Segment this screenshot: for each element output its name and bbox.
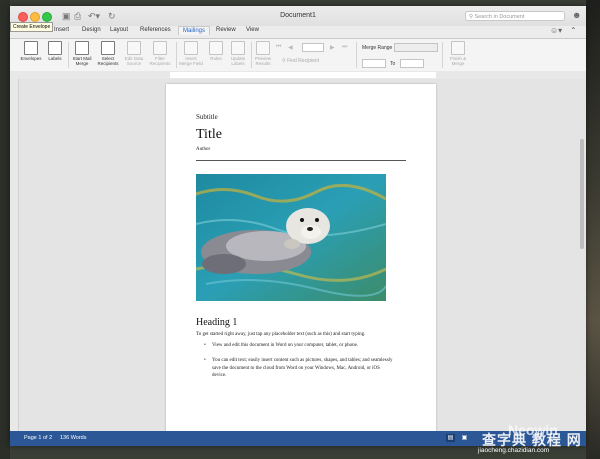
envelope-icon — [24, 41, 38, 55]
tab-view[interactable]: View — [246, 27, 259, 33]
help-icon[interactable]: ☺▾ — [550, 26, 562, 35]
ribbon-separator — [442, 42, 443, 68]
tab-insert[interactable]: Insert — [54, 27, 69, 33]
envelopes-button[interactable]: Envelopes — [20, 41, 42, 61]
find-recipient-label: Find Recipient — [287, 58, 320, 64]
filter-recipients-button[interactable]: Filter Recipients — [148, 41, 172, 66]
bullet-2-line-2: save the document to the cloud from Word… — [212, 365, 380, 371]
ruler-text-area — [170, 72, 436, 78]
body-paragraph[interactable]: To get started right away, just tap any … — [196, 332, 365, 337]
labels-icon — [48, 41, 62, 55]
insert-merge-field-label-line2: Merge Field — [179, 61, 203, 66]
share-icon[interactable]: ☻ — [572, 10, 581, 20]
bullet-2-line-3: device. — [212, 373, 227, 378]
finish-merge-button[interactable]: Finish & Merge — [446, 41, 470, 66]
merge-range-to-field[interactable] — [400, 59, 424, 68]
ribbon-separator — [68, 42, 69, 68]
edit-data-source-button[interactable]: Edit Data Source — [122, 41, 146, 66]
create-envelope-tooltip: Create Envelope — [10, 22, 54, 32]
desktop-background-left — [0, 0, 10, 459]
select-recipients-label-line2: Recipients — [97, 61, 119, 66]
mailings-ribbon: Envelopes Labels Start Mail Merge Select R… — [10, 38, 586, 72]
first-record-icon[interactable]: ⏮ — [276, 44, 281, 51]
labels-button[interactable]: Labels — [46, 41, 64, 61]
preview-results-button[interactable]: Preview Results — [253, 41, 273, 66]
title-bar: ▣ ⎙ ↶▾ ↻ Document1 ⚲ Search in Document … — [10, 6, 586, 26]
bullet-item-2[interactable]: You can edit text; easily insert content… — [212, 357, 412, 380]
search-input[interactable]: ⚲ Search in Document — [465, 11, 565, 21]
mail-merge-icon — [75, 41, 89, 55]
document-title-text[interactable]: Title — [196, 127, 222, 143]
otter-photo[interactable] — [196, 174, 386, 301]
filter-icon — [153, 41, 167, 55]
preview-results-label-line2: Results — [255, 61, 271, 66]
document-canvas[interactable]: Subtitle Title Author Heading 1 To get s… — [10, 79, 586, 431]
filter-recipients-label-line2: Recipients — [149, 61, 171, 66]
recipients-icon — [101, 41, 115, 55]
data-source-icon — [127, 41, 141, 55]
otter-image — [196, 174, 386, 301]
select-recipients-button[interactable]: Select Recipients — [96, 41, 120, 66]
start-mail-merge-button[interactable]: Start Mail Merge — [70, 41, 94, 66]
title-divider — [196, 160, 406, 161]
print-layout-view-button[interactable]: ▤ — [446, 434, 455, 442]
merge-range-from-field[interactable] — [362, 59, 386, 68]
bullet-1-line-1: View and edit this document in Word on y… — [212, 343, 359, 348]
tab-review[interactable]: Review — [216, 27, 236, 33]
bullet-marker: • — [204, 343, 206, 348]
page-count[interactable]: Page 1 of 2 — [24, 435, 52, 441]
word-window: ▣ ⎙ ↶▾ ↻ Document1 ⚲ Search in Document … — [10, 6, 586, 446]
finish-merge-icon — [451, 41, 465, 55]
tab-mailings[interactable]: Mailings — [178, 26, 211, 35]
ribbon-separator — [176, 42, 177, 68]
vertical-scrollbar[interactable] — [580, 139, 584, 249]
ribbon-separator — [356, 42, 357, 68]
last-record-icon[interactable]: ⏭ — [342, 44, 347, 51]
insert-merge-field-button[interactable]: Insert Merge Field — [178, 41, 204, 66]
start-mail-merge-label-line2: Merge — [75, 61, 89, 66]
find-recipient-button[interactable]: ⚲ Find Recipient — [282, 58, 319, 64]
desktop-background-right — [586, 0, 600, 459]
ribbon-tabs: Home Insert Design Layout References Mai… — [10, 26, 586, 38]
ribbon-separator — [251, 42, 252, 68]
bullet-marker: • — [204, 358, 206, 363]
finish-merge-label-line2: Merge — [451, 61, 465, 66]
bullet-2-line-1: You can edit text; easily insert content… — [212, 358, 393, 363]
envelopes-label: Envelopes — [20, 56, 42, 61]
bullet-item-1[interactable]: View and edit this document in Word on y… — [212, 342, 412, 350]
update-labels-label-line2: Labels — [231, 61, 245, 66]
tab-design[interactable]: Design — [82, 27, 101, 33]
to-label: To — [390, 61, 396, 67]
tab-layout[interactable]: Layout — [110, 27, 128, 33]
merge-field-icon — [184, 41, 198, 55]
preview-icon — [256, 41, 270, 55]
heading-1[interactable]: Heading 1 — [196, 317, 237, 328]
update-labels-button[interactable]: Update Labels — [228, 41, 248, 66]
tab-references[interactable]: References — [140, 27, 171, 33]
ribbon-collapse-icon[interactable]: ⌃ — [570, 26, 577, 35]
previous-record-icon[interactable]: ◀ — [288, 44, 293, 51]
document-author[interactable]: Author — [196, 147, 210, 152]
document-page[interactable]: Subtitle Title Author Heading 1 To get s… — [166, 84, 436, 431]
search-placeholder: Search in Document — [474, 14, 525, 20]
word-count[interactable]: 136 Words — [60, 435, 87, 441]
rules-icon — [209, 41, 223, 55]
document-subtitle[interactable]: Subtitle — [196, 113, 218, 121]
record-number-field[interactable] — [302, 43, 324, 52]
rules-button[interactable]: Rules — [208, 41, 224, 61]
web-layout-view-button[interactable]: ▣ — [460, 434, 469, 442]
edit-data-source-label-line2: Source — [126, 61, 142, 66]
vertical-ruler — [10, 79, 19, 431]
rules-label: Rules — [210, 56, 222, 61]
update-labels-icon — [231, 41, 245, 55]
site-url-watermark: jiaocheng.chazidian.com — [478, 447, 550, 454]
labels-label: Labels — [48, 56, 62, 61]
next-record-icon[interactable]: ▶ — [330, 44, 335, 51]
merge-range-select[interactable] — [394, 43, 438, 52]
merge-range-label: Merge Range — [362, 45, 393, 51]
